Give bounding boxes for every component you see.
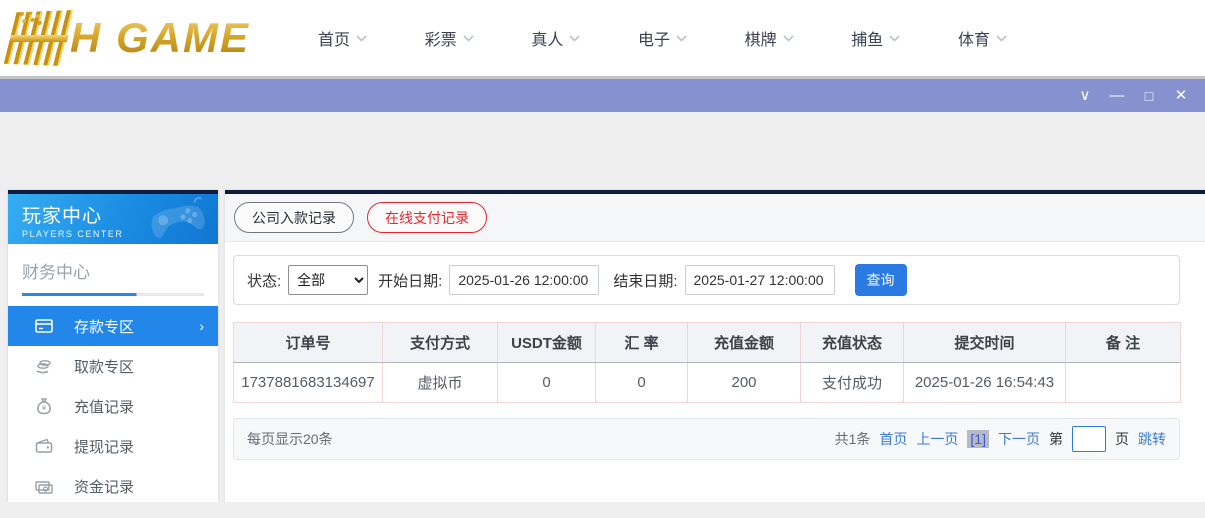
app-window: H GAME 首页 彩票 真人 电子 棋牌 <box>0 0 1205 518</box>
sidebar-item-withdrawal-records[interactable]: 提现记录 <box>8 426 218 466</box>
end-date-input[interactable] <box>685 265 835 295</box>
nav-item-lottery[interactable]: 彩票 <box>425 26 474 50</box>
col-header-remark: 备 注 <box>1066 323 1181 363</box>
sidebar-item-deposit-zone[interactable]: 存款专区 › <box>8 306 218 346</box>
brand-logo: H GAME <box>10 8 250 68</box>
col-header-usdt-amount: USDT金额 <box>498 323 596 363</box>
sidebar-item-withdraw-zone[interactable]: 取款专区 <box>8 346 218 386</box>
tab-online-payment-records[interactable]: 在线支付记录 <box>367 202 487 233</box>
jump-button[interactable]: 跳转 <box>1138 429 1166 449</box>
deposit-card-icon <box>34 316 54 336</box>
pagination-bar: 每页显示20条 共1条 首页 上一页 [1] 下一页 第 页 跳转 <box>233 418 1180 460</box>
nav-item-chess[interactable]: 棋牌 <box>745 26 794 50</box>
wallet-icon <box>34 436 54 456</box>
table-header-row: 订单号 支付方式 USDT金额 汇 率 充值金额 充值状态 提交时间 备 注 <box>234 323 1181 363</box>
minimize-icon: — <box>1110 88 1125 103</box>
sidebar-item-recharge-records[interactable]: ¥ 充值记录 <box>8 386 218 426</box>
cell-pay-method: 虚拟币 <box>383 363 498 403</box>
chevron-down-icon <box>676 35 687 42</box>
jump-prefix-label: 第 <box>1049 429 1063 449</box>
players-center-header: 玩家中心 PLAYERS CENTER <box>8 194 218 244</box>
content-panel: 公司入款记录 在线支付记录 状态: 全部 开始日期: 结束日期: 查询 订单号 <box>225 190 1205 502</box>
current-page-indicator: [1] <box>967 430 989 448</box>
finance-center-section: 财务中心 <box>8 244 218 296</box>
page-jump-input[interactable] <box>1072 426 1106 452</box>
close-button[interactable]: ✕ <box>1165 79 1197 112</box>
cell-submit-time: 2025-01-26 16:54:43 <box>904 363 1066 403</box>
sidebar-item-label: 提现记录 <box>74 436 134 457</box>
chevron-down-icon <box>463 35 474 42</box>
jump-suffix-label: 页 <box>1115 429 1129 449</box>
status-label: 状态: <box>247 270 281 291</box>
window-controls: ∨ — □ ✕ <box>1069 79 1197 112</box>
cell-order-id: 1737881683134697 <box>234 363 383 403</box>
chevron-down-icon <box>569 35 580 42</box>
record-tabs: 公司入款记录 在线支付记录 <box>225 194 1205 242</box>
sidebar-menu: 存款专区 › 取款专区 ¥ 充值记录 <box>8 306 218 506</box>
banknotes-icon <box>34 476 54 496</box>
sidebar-item-label: 取款专区 <box>74 356 134 377</box>
section-underline <box>22 293 204 296</box>
chevron-down-icon <box>783 35 794 42</box>
sidebar-item-label: 充值记录 <box>74 396 134 417</box>
window-titlebar: ∨ — □ ✕ <box>0 76 1205 112</box>
bottom-band <box>0 502 1205 518</box>
app-header: H GAME 首页 彩票 真人 电子 棋牌 <box>0 0 1205 76</box>
page-size-text: 每页显示20条 <box>247 429 333 449</box>
next-page-link[interactable]: 下一页 <box>998 429 1040 449</box>
cell-recharge-amount: 200 <box>688 363 801 403</box>
nav-item-slots[interactable]: 电子 <box>638 26 687 50</box>
table-row: 1737881683134697 虚拟币 0 0 200 支付成功 2025-0… <box>234 363 1181 403</box>
chevron-down-icon <box>889 35 900 42</box>
cell-usdt-amount: 0 <box>498 363 596 403</box>
logo-stripes-icon <box>3 10 75 66</box>
filter-bar: 状态: 全部 开始日期: 结束日期: 查询 <box>233 255 1180 305</box>
svg-text:¥: ¥ <box>42 405 47 413</box>
search-button[interactable]: 查询 <box>855 264 907 296</box>
cell-remark <box>1066 363 1181 403</box>
chevron-right-icon: › <box>199 318 204 334</box>
sidebar-item-label: 存款专区 <box>74 316 134 337</box>
prev-page-link[interactable]: 上一页 <box>916 429 958 449</box>
nav-item-fishing[interactable]: 捕鱼 <box>851 26 900 50</box>
total-count-text: 共1条 <box>835 429 871 449</box>
maximize-button[interactable]: □ <box>1133 79 1165 112</box>
tab-company-deposit-records[interactable]: 公司入款记录 <box>234 202 354 233</box>
chevron-down-icon <box>356 35 367 42</box>
sidebar-item-funds-records[interactable]: 资金记录 <box>8 466 218 506</box>
col-header-recharge-status: 充值状态 <box>801 323 904 363</box>
chevron-down-icon: ∨ <box>1080 88 1091 103</box>
cell-rate: 0 <box>596 363 688 403</box>
cell-recharge-status: 支付成功 <box>801 363 904 403</box>
start-date-input[interactable] <box>449 265 599 295</box>
col-header-rate: 汇 率 <box>596 323 688 363</box>
status-select[interactable]: 全部 <box>288 265 368 295</box>
col-header-pay-method: 支付方式 <box>383 323 498 363</box>
main-area: 玩家中心 PLAYERS CENTER 财务中心 <box>0 190 1205 502</box>
chevron-down-icon <box>996 35 1007 42</box>
end-date-label: 结束日期: <box>613 270 677 291</box>
sidebar-item-label: 资金记录 <box>74 476 134 497</box>
nav-item-sports[interactable]: 体育 <box>958 26 1007 50</box>
logo-text: H GAME <box>70 8 250 68</box>
withdraw-hand-icon <box>34 356 54 376</box>
col-header-recharge-amount: 充值金额 <box>688 323 801 363</box>
main-nav: 首页 彩票 真人 电子 棋牌 捕鱼 <box>318 0 1007 76</box>
sidebar: 玩家中心 PLAYERS CENTER 财务中心 <box>8 190 218 502</box>
finance-center-label: 财务中心 <box>22 258 204 293</box>
start-date-label: 开始日期: <box>378 270 442 291</box>
records-table: 订单号 支付方式 USDT金额 汇 率 充值金额 充值状态 提交时间 备 注 1… <box>233 322 1181 403</box>
minimize-button[interactable]: — <box>1101 79 1133 112</box>
maximize-icon: □ <box>1145 89 1153 103</box>
first-page-link[interactable]: 首页 <box>879 429 907 449</box>
money-bag-icon: ¥ <box>34 396 54 416</box>
nav-item-live[interactable]: 真人 <box>531 26 580 50</box>
nav-item-home[interactable]: 首页 <box>318 26 367 50</box>
spacer-band <box>0 112 1205 190</box>
col-header-submit-time: 提交时间 <box>904 323 1066 363</box>
window-dropdown-button[interactable]: ∨ <box>1069 79 1101 112</box>
close-icon: ✕ <box>1175 88 1188 103</box>
col-header-order-id: 订单号 <box>234 323 383 363</box>
